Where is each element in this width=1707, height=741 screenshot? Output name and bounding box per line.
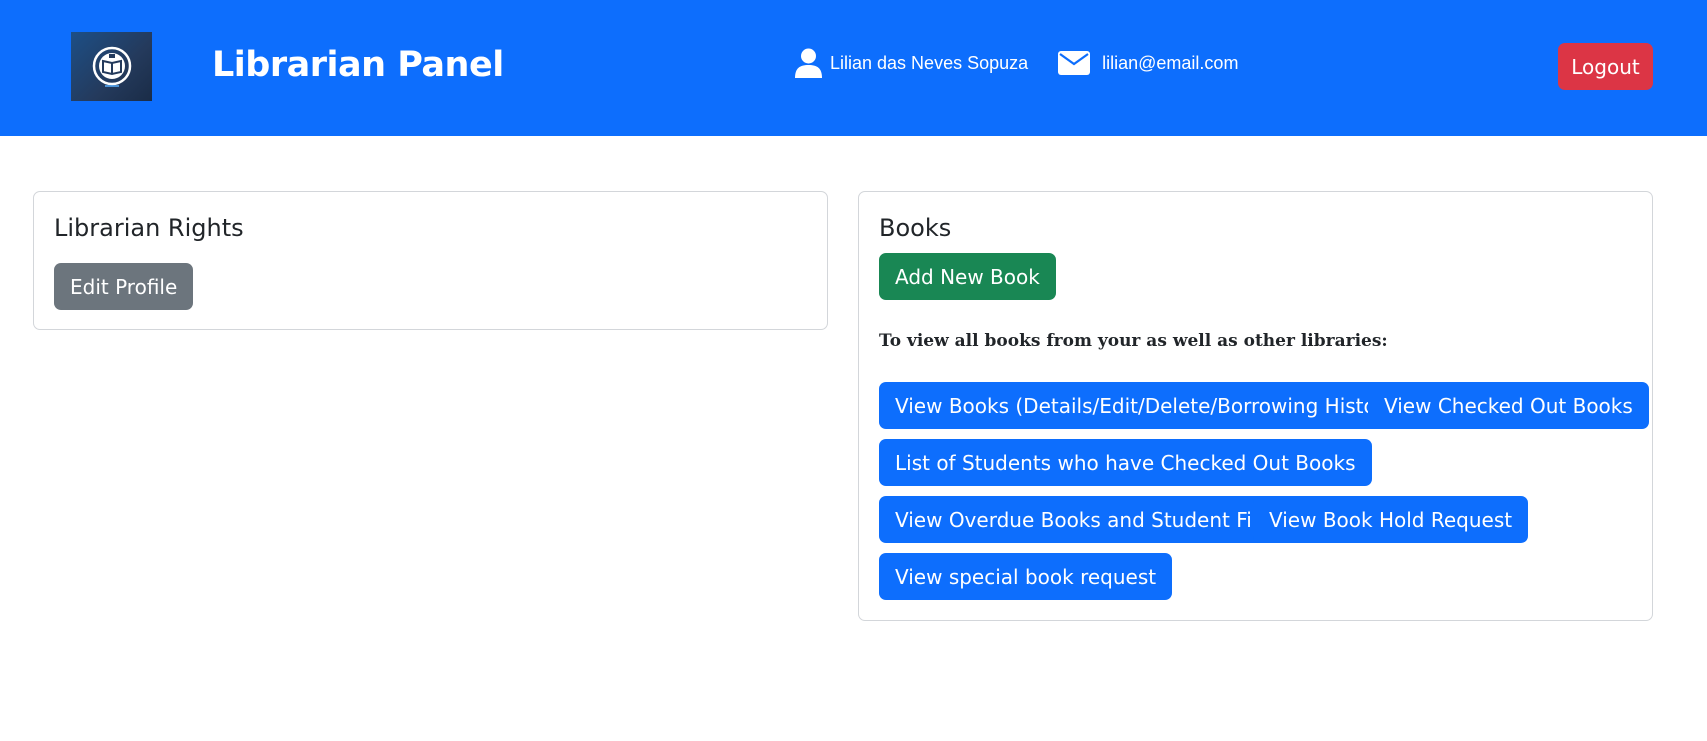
- books-note: To view all books from your as well as o…: [879, 331, 1388, 351]
- user-icon: [795, 48, 822, 78]
- user-email: lilian@email.com: [1102, 52, 1239, 73]
- books-title: Books: [879, 214, 952, 242]
- user-info: Lilian das Neves Sopuza lilian@email.com: [795, 48, 1238, 78]
- view-checked-out-books-button[interactable]: View Checked Out Books: [1368, 382, 1649, 429]
- envelope-icon: [1058, 51, 1091, 75]
- library-logo[interactable]: [71, 32, 152, 101]
- top-navbar: Librarian Panel Lilian das Neves Sopuza …: [0, 0, 1707, 136]
- add-new-book-button[interactable]: Add New Book: [879, 253, 1056, 300]
- library-book-logo-icon: [92, 46, 131, 87]
- students-checked-out-list-button[interactable]: List of Students who have Checked Out Bo…: [879, 439, 1372, 486]
- logout-button[interactable]: Logout: [1558, 43, 1653, 90]
- page-title: Librarian Panel: [212, 45, 504, 85]
- edit-profile-button[interactable]: Edit Profile: [54, 263, 194, 310]
- view-special-book-request-button[interactable]: View special book request: [879, 553, 1173, 600]
- librarian-rights-card: Librarian Rights Edit Profile: [33, 191, 828, 330]
- user-name: Lilian das Neves Sopuza: [830, 52, 1029, 73]
- view-book-hold-request-button[interactable]: View Book Hold Request: [1253, 496, 1529, 543]
- view-overdue-books-button[interactable]: View Overdue Books and Student Fine: [879, 496, 1293, 543]
- librarian-rights-title: Librarian Rights: [54, 214, 244, 242]
- books-card: Books Add New Book To view all books fro…: [858, 191, 1653, 621]
- view-books-button[interactable]: View Books (Details/Edit/Delete/Borrowin…: [879, 382, 1420, 429]
